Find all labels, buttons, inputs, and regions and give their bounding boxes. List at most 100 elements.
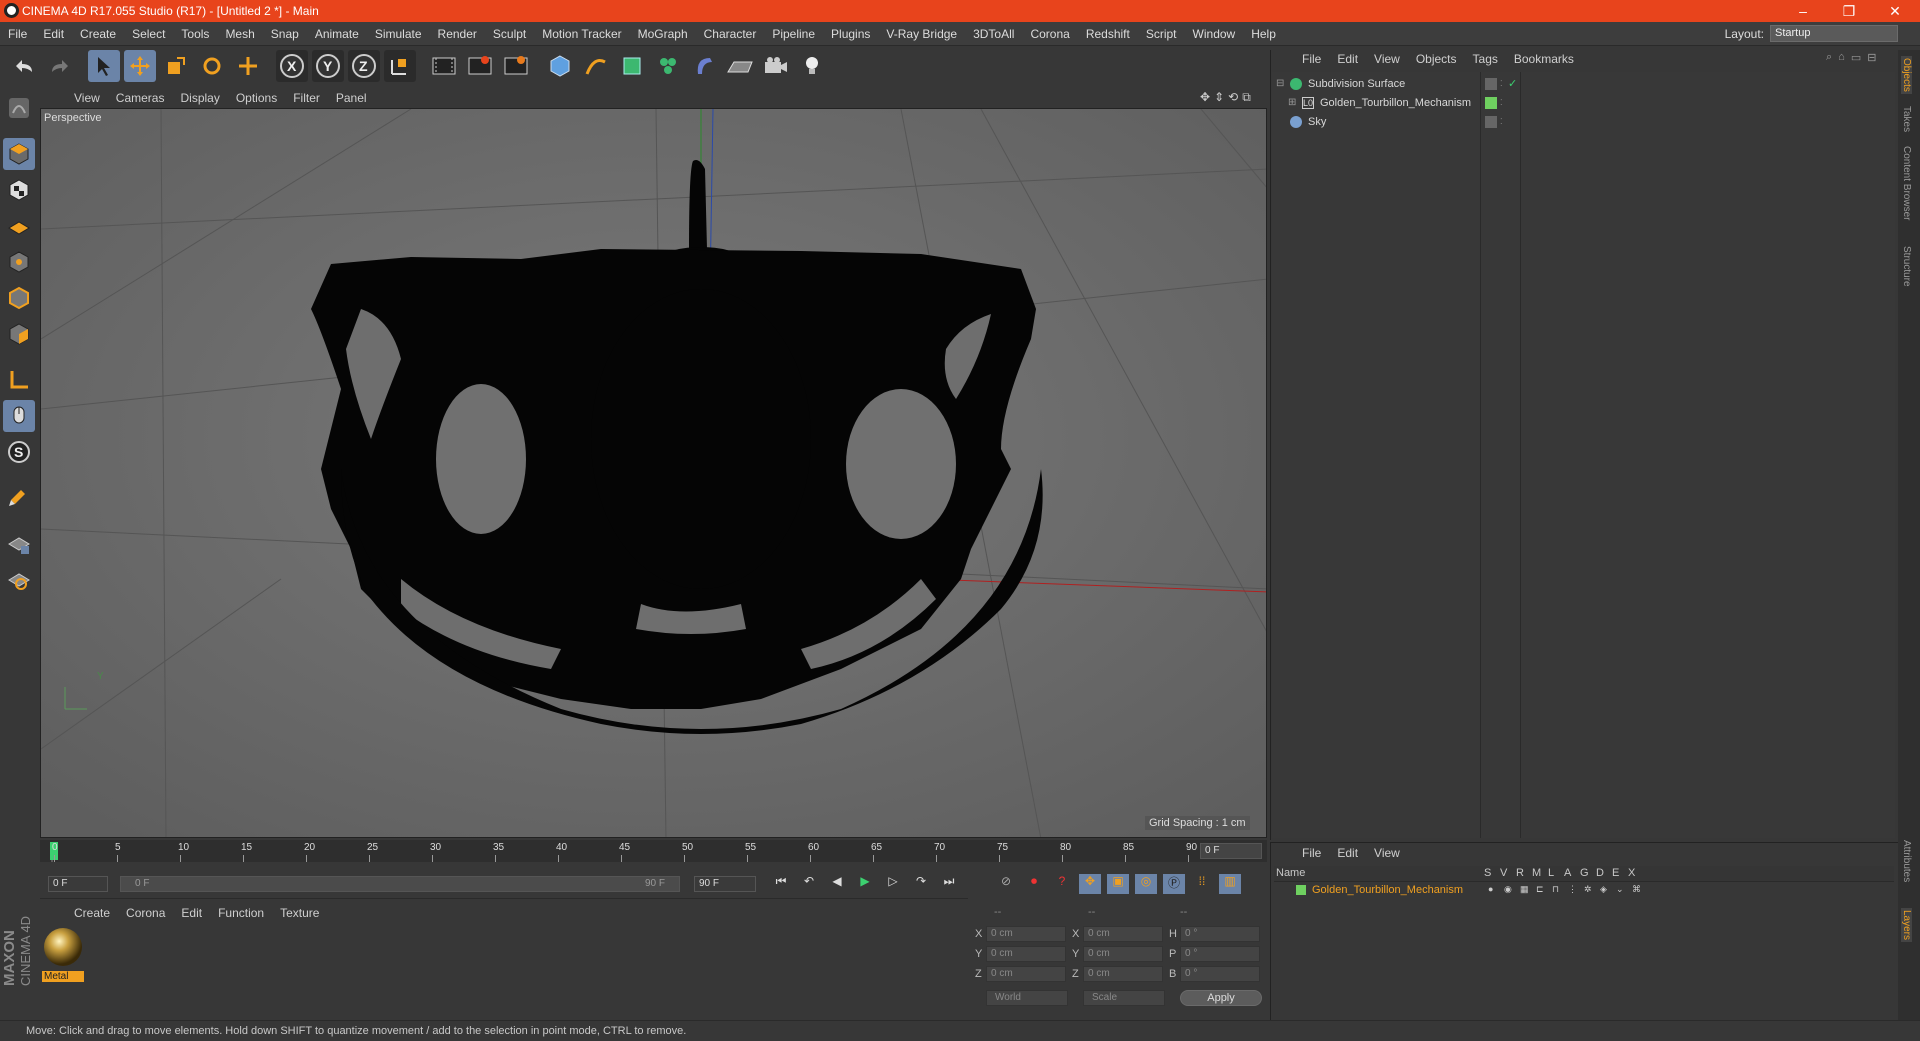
camera-icon[interactable] — [760, 50, 792, 82]
current-frame-field[interactable]: 0 F — [1200, 843, 1262, 859]
light-icon[interactable] — [796, 50, 828, 82]
key-position-icon[interactable]: ✥ — [1079, 874, 1101, 894]
expand-toggle-icon[interactable]: ⊞ — [1288, 97, 1298, 108]
menu-file[interactable]: File — [0, 27, 35, 41]
visibility-dots-icon[interactable]: ⁚ — [1500, 79, 1503, 88]
key-pla-icon[interactable]: ⁞⁞ — [1191, 874, 1213, 894]
render-to-picture-viewer-icon[interactable] — [464, 50, 496, 82]
menu-animate[interactable]: Animate — [307, 27, 367, 41]
rot-h-field[interactable]: 0 ° — [1180, 926, 1260, 942]
menu-mograph[interactable]: MoGraph — [630, 27, 696, 41]
layer-col-xref[interactable]: X — [1628, 867, 1638, 879]
tab-layers[interactable]: Layers — [1901, 908, 1912, 943]
x-axis-lock-icon[interactable]: X — [276, 50, 308, 82]
menu-plugins[interactable]: Plugins — [823, 27, 878, 41]
layer-row[interactable]: Golden_Tourbillon_Mechanism ● ◉ ▦ ⊏ ⊓ ⋮ … — [1274, 882, 1894, 898]
auto-keyframe-icon[interactable]: ? — [1051, 874, 1073, 894]
material-swatch[interactable]: Metal — [42, 926, 84, 984]
menu-create[interactable]: Create — [72, 27, 124, 41]
perspective-viewport[interactable]: Y — [40, 108, 1267, 838]
menu-sculpt[interactable]: Sculpt — [485, 27, 534, 41]
tab-attributes[interactable]: Attributes — [1901, 840, 1912, 882]
goto-end-icon[interactable]: ⏭ — [938, 874, 960, 894]
viewport-menu-options[interactable]: Options — [228, 91, 285, 105]
polygons-mode-icon[interactable] — [3, 318, 35, 350]
collapse-toggle-icon[interactable]: ⊟ — [1276, 78, 1286, 89]
layer-col-animation[interactable]: A — [1564, 867, 1574, 879]
floor-icon[interactable] — [724, 50, 756, 82]
rotate-tool-icon[interactable] — [196, 50, 228, 82]
visibility-dots-icon[interactable]: ⁚ — [1500, 117, 1503, 126]
layer-render-icon[interactable]: ▦ — [1520, 884, 1530, 895]
menu-redshift[interactable]: Redshift — [1078, 27, 1138, 41]
viewport-menu-display[interactable]: Display — [172, 91, 227, 105]
timeline-ruler[interactable]: 0 5 10 15 20 25 30 35 40 45 50 55 60 65 70 75 80 85 90 0 F — [40, 840, 1267, 862]
layer-col-generators[interactable]: G — [1580, 867, 1590, 879]
move-tool-icon[interactable] — [124, 50, 156, 82]
pen-spline-icon[interactable] — [580, 50, 612, 82]
render-view-icon[interactable] — [428, 50, 460, 82]
objects-menu-bookmarks[interactable]: Bookmarks — [1506, 52, 1582, 66]
layer-xref-icon[interactable]: ⌘ — [1632, 884, 1642, 895]
preview-range-slider[interactable]: 0 F 90 F — [120, 876, 680, 892]
material-menu-create[interactable]: Create — [66, 906, 118, 920]
layers-menu-edit[interactable]: Edit — [1329, 846, 1366, 860]
collapse-icon[interactable]: ▭ — [1851, 51, 1861, 64]
tab-takes[interactable]: Takes — [1901, 106, 1912, 132]
workplane-icon[interactable] — [3, 210, 35, 242]
tab-objects[interactable]: Objects — [1901, 56, 1912, 94]
motion-record-icon[interactable]: ⊘ — [995, 874, 1017, 894]
layer-col-solo[interactable]: S — [1484, 867, 1494, 879]
menu-window[interactable]: Window — [1185, 27, 1244, 41]
render-settings-icon[interactable] — [500, 50, 532, 82]
edges-mode-icon[interactable] — [3, 282, 35, 314]
key-rotation-icon[interactable]: ◎ — [1135, 874, 1157, 894]
scale-tool-icon[interactable] — [160, 50, 192, 82]
subdivision-surface-icon[interactable] — [616, 50, 648, 82]
magnet-snap-icon[interactable] — [3, 482, 35, 514]
make-editable-icon[interactable] — [3, 92, 35, 124]
cloner-icon[interactable] — [652, 50, 684, 82]
layer-deformer-icon[interactable]: ◈ — [1600, 884, 1610, 895]
minimize-button[interactable]: – — [1780, 0, 1826, 22]
objects-menu-view[interactable]: View — [1366, 52, 1408, 66]
object-row-subdivision[interactable]: ⊟ Subdivision Surface ⁚ ✓ — [1272, 74, 1895, 93]
rot-p-field[interactable]: 0 ° — [1180, 946, 1260, 962]
layer-tag-icon[interactable] — [1485, 77, 1497, 90]
z-axis-lock-icon[interactable]: Z — [348, 50, 380, 82]
material-menu-function[interactable]: Function — [210, 906, 272, 920]
axis-mode-icon[interactable] — [3, 364, 35, 396]
zoom-icon[interactable]: ⇕ — [1214, 90, 1224, 105]
pos-z-field[interactable]: 0 cm — [986, 966, 1066, 982]
play-icon[interactable]: ▶ — [854, 874, 876, 894]
layer-animation-icon[interactable]: ⋮ — [1568, 884, 1578, 895]
visibility-dots-icon[interactable]: ⁚ — [1500, 98, 1503, 107]
material-menu-texture[interactable]: Texture — [272, 906, 327, 920]
layer-color-icon[interactable] — [1485, 96, 1497, 109]
solo-icon[interactable]: S — [3, 436, 35, 468]
objects-menu-tags[interactable]: Tags — [1465, 52, 1506, 66]
objects-menu-objects[interactable]: Objects — [1408, 52, 1465, 66]
tweak-mode-icon[interactable] — [3, 400, 35, 432]
viewport-menu-panel[interactable]: Panel — [328, 91, 375, 105]
scale-dropdown[interactable]: Scale — [1083, 990, 1165, 1006]
layer-color-swatch[interactable] — [1296, 885, 1306, 895]
orbit-icon[interactable]: ⟲ — [1228, 90, 1238, 105]
next-keyframe-icon[interactable]: ↷ — [910, 874, 932, 894]
objects-menu-file[interactable]: File — [1294, 52, 1329, 66]
menu-pipeline[interactable]: Pipeline — [764, 27, 823, 41]
material-menu-edit[interactable]: Edit — [173, 906, 210, 920]
layer-expression-icon[interactable]: ⌄ — [1616, 884, 1626, 895]
panel-options-icon[interactable]: ⊟ — [1867, 51, 1876, 64]
menu-3dtoall[interactable]: 3DToAll — [965, 27, 1022, 41]
viewport-menu-view[interactable]: View — [66, 91, 108, 105]
object-row-tourbillon[interactable]: ⊞ L0 Golden_Tourbillon_Mechanism ⁚ — [1272, 93, 1895, 112]
menu-snap[interactable]: Snap — [263, 27, 307, 41]
material-menu-corona[interactable]: Corona — [118, 906, 173, 920]
viewport-menu-filter[interactable]: Filter — [285, 91, 328, 105]
world-dropdown[interactable]: World — [986, 990, 1068, 1006]
layer-col-locked[interactable]: L — [1548, 867, 1558, 879]
rot-b-field[interactable]: 0 ° — [1180, 966, 1260, 982]
y-axis-lock-icon[interactable]: Y — [312, 50, 344, 82]
layer-col-manager[interactable]: M — [1532, 867, 1542, 879]
